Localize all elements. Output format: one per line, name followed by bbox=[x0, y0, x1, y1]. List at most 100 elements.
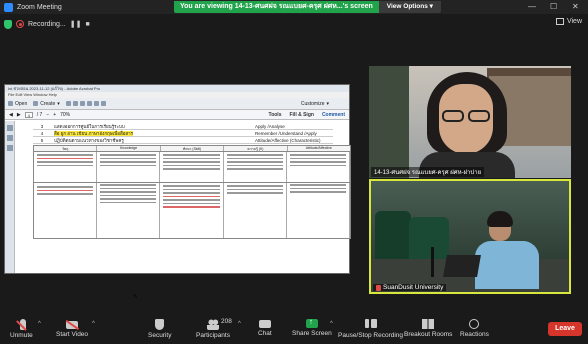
zoom-out-icon[interactable]: − bbox=[46, 112, 49, 118]
zoom-level[interactable]: 70% bbox=[60, 112, 70, 118]
video-options-chevron-icon[interactable]: ^ bbox=[92, 321, 95, 327]
pages-icon[interactable] bbox=[6, 125, 13, 131]
objective-num: 5 bbox=[40, 137, 44, 143]
rubric-header: วัตถุ bbox=[34, 146, 98, 151]
security-label: Security bbox=[148, 332, 172, 339]
participant-name: SuanDusit University bbox=[383, 284, 444, 291]
participants-count: 208 bbox=[220, 318, 232, 325]
create-icon bbox=[33, 101, 39, 106]
objective-level: Apply /Analyse bbox=[255, 123, 285, 129]
fill-sign-tab[interactable]: Fill & Sign bbox=[289, 112, 313, 118]
prev-page-icon[interactable]: ◀ bbox=[9, 112, 13, 118]
security-button[interactable]: Security bbox=[148, 319, 171, 339]
participants-chevron-icon[interactable]: ^ bbox=[238, 321, 241, 327]
rubric-table: วัตถุ Knowledge ทักษะ (Skill) ความรู้ (K… bbox=[33, 145, 351, 239]
close-button[interactable]: ✕ bbox=[572, 2, 579, 11]
share-screen-button[interactable]: Share Screen bbox=[292, 317, 332, 337]
stop-recording-button[interactable]: ■ bbox=[85, 21, 89, 28]
participants-button[interactable]: 208 Participants bbox=[196, 318, 232, 339]
breakout-rooms-button[interactable]: Breakout Rooms bbox=[404, 319, 452, 338]
microphone-muted-icon bbox=[19, 319, 26, 330]
mail-icon[interactable] bbox=[79, 101, 85, 106]
rubric-column bbox=[97, 152, 161, 238]
objective-text-value: ปฏิบัติตนตามแนวทางของวิชาชีพครู bbox=[54, 137, 124, 143]
pause-stop-recording-button[interactable]: Pause/Stop Recording bbox=[338, 319, 403, 339]
leave-button[interactable]: Leave bbox=[548, 322, 582, 336]
customize-button[interactable]: Customize ▾ bbox=[301, 101, 329, 107]
rubric-header: Knowledge bbox=[97, 146, 161, 151]
sign-icon[interactable] bbox=[100, 101, 106, 106]
reactions-button[interactable]: Reactions bbox=[460, 319, 489, 338]
save-icon[interactable] bbox=[65, 101, 71, 106]
acrobat-navbar: ◀ ▶ 4 / 7 − + 70% Tools Fill & Sign Comm… bbox=[5, 110, 349, 120]
attachment-icon[interactable] bbox=[6, 145, 13, 151]
audio-options-chevron-icon[interactable]: ^ bbox=[38, 321, 41, 327]
page-number-input[interactable]: 4 bbox=[24, 111, 33, 118]
recording-bar: Recording... ❚❚ ■ bbox=[4, 17, 90, 31]
minimize-button[interactable]: — bbox=[528, 2, 536, 11]
create-label: Create bbox=[40, 100, 56, 107]
start-video-button[interactable]: Start Video bbox=[56, 319, 88, 338]
zoom-in-icon[interactable]: + bbox=[53, 112, 56, 118]
rubric-body bbox=[34, 152, 351, 238]
participants-label: Participants bbox=[196, 332, 230, 339]
objective-text: ปฏิบัติตนตามแนวทางของวิชาชีพครู bbox=[51, 137, 251, 144]
view-options-button[interactable]: View Options ▾ bbox=[378, 0, 441, 13]
maximize-button[interactable]: ☐ bbox=[550, 2, 557, 11]
grid-view-icon bbox=[555, 18, 564, 25]
folder-icon bbox=[8, 101, 13, 106]
pause-stop-icon bbox=[364, 319, 377, 330]
share-banner-message: You are viewing 14-13-ศนศฝจ รณแบยศ-ครุศ … bbox=[174, 0, 379, 13]
bookmark-icon[interactable] bbox=[6, 135, 13, 141]
chat-button[interactable]: Chat bbox=[258, 319, 272, 337]
shield-icon bbox=[155, 319, 165, 330]
reactions-label: Reactions bbox=[460, 331, 489, 338]
rubric-column bbox=[287, 152, 351, 238]
recording-icon bbox=[16, 20, 24, 28]
print-icon[interactable] bbox=[72, 101, 78, 106]
breakout-label: Breakout Rooms bbox=[404, 331, 453, 338]
open-button[interactable]: Open bbox=[8, 101, 27, 107]
rubric-header: Attitude/Affective bbox=[305, 146, 332, 150]
gear-icon[interactable] bbox=[86, 101, 92, 106]
next-page-icon[interactable]: ▶ bbox=[17, 112, 21, 118]
video-tile-active[interactable]: SuanDusit University bbox=[369, 179, 571, 294]
objective-level: Remember /Understand /Apply bbox=[255, 130, 317, 136]
video-tree bbox=[369, 66, 409, 178]
window-title: Zoom Meeting bbox=[17, 3, 62, 11]
create-button[interactable]: Create ▾ bbox=[33, 101, 60, 107]
comment-tab[interactable]: Comment bbox=[322, 112, 345, 118]
objective-text: สื่อ ผูก อ่าน เขียน ภาษาอังกฤษเพื่อสื่อส… bbox=[51, 130, 251, 137]
muted-mic-icon bbox=[376, 284, 381, 291]
unmute-label: Unmute bbox=[10, 332, 33, 339]
desk-microphone bbox=[431, 247, 434, 277]
share-options-chevron-icon[interactable]: ^ bbox=[330, 321, 333, 327]
comment-icon[interactable] bbox=[93, 101, 99, 106]
unmute-button[interactable]: Unmute bbox=[10, 319, 33, 339]
record-label: Pause/Stop Recording bbox=[338, 332, 404, 339]
mouse-cursor-icon: ↖ bbox=[133, 294, 139, 300]
participant-name: 14-13-ศนศฝจ รณแบยศ-ครุศ ฝศห-ฝาปาย bbox=[371, 167, 485, 177]
video-camera-off-icon bbox=[66, 321, 79, 329]
participants-icon: 208 bbox=[206, 318, 232, 330]
rubric-column bbox=[34, 152, 98, 238]
chat-label: Chat bbox=[258, 330, 272, 337]
rubric-header: ทักษะ (Skill) bbox=[161, 146, 225, 151]
participant-glasses bbox=[442, 110, 490, 122]
objective-num: 4 bbox=[40, 130, 44, 136]
objective-text-value: แสดงออกการศูนย์ในการเรียนรู้ระบบ bbox=[54, 123, 125, 129]
pause-recording-button[interactable]: ❚❚ bbox=[70, 20, 82, 28]
document-page: 3 แสดงออกการศูนย์ในการเรียนรู้ระบบ Apply… bbox=[19, 121, 351, 300]
objective-text: แสดงออกการศูนย์ในการเรียนรู้ระบบ bbox=[51, 123, 251, 130]
acrobat-window-title: Ini.ช่วยสอน 2023-11-12 (แก้ไข) - Adobe A… bbox=[5, 85, 349, 92]
video-tile-speaker[interactable]: 14-13-ศนศฝจ รณแบยศ-ครุศ ฝศห-ฝาปาย bbox=[369, 66, 571, 178]
shared-screen-content[interactable]: Ini.ช่วยสอน 2023-11-12 (แก้ไข) - Adobe A… bbox=[4, 84, 351, 300]
open-label: Open bbox=[15, 100, 28, 107]
recording-label: Recording... bbox=[28, 20, 66, 28]
rubric-header: ความรู้ (K) bbox=[224, 146, 288, 151]
objective-row: 5 ปฏิบัติตนตามแนวทางของวิชาชีพครู Attitu… bbox=[33, 137, 333, 144]
view-button[interactable]: View bbox=[555, 18, 582, 25]
encryption-shield-icon[interactable] bbox=[4, 19, 12, 29]
tools-tab[interactable]: Tools bbox=[269, 112, 282, 118]
start-video-label: Start Video bbox=[56, 331, 89, 338]
